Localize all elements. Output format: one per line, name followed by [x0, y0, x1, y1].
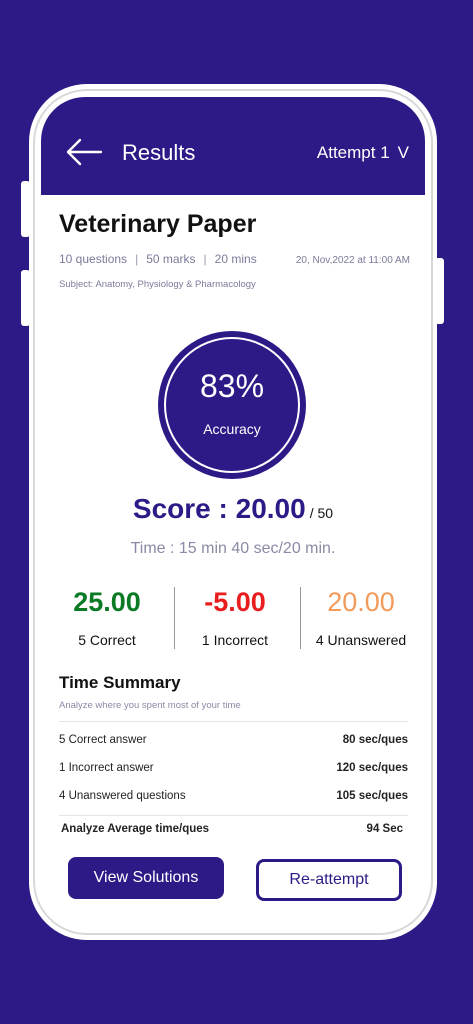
time-summary-title: Time Summary [59, 673, 181, 692]
paper-meta: 10 questions | 50 marks | 20 mins [59, 252, 257, 266]
time-summary-row: 5 Correct answer 80 sec/ques [59, 734, 408, 746]
phone-screen: Results Attempt 1 V Veterinary Paper 10 q… [41, 97, 425, 931]
stat-correct: 25.00 5 Correct [43, 587, 171, 648]
attempt-selector[interactable]: Attempt 1 V [317, 143, 409, 163]
meta-divider: | [135, 252, 139, 266]
unanswered-score: 20.00 [327, 587, 395, 617]
question-count: 10 questions [59, 252, 128, 266]
accuracy-badge: 83% Accuracy [158, 331, 306, 479]
attempt-date: 20, Nov,2022 at 11:00 AM [295, 255, 410, 266]
stat-incorrect: -5.00 1 Incorrect [171, 587, 299, 648]
chevron-down-icon: V [397, 143, 409, 162]
incorrect-count: 1 Incorrect [201, 632, 269, 648]
row-label: 4 Unanswered questions [59, 790, 186, 802]
total-marks: 50 marks [146, 252, 196, 266]
view-solutions-button[interactable]: View Solutions [68, 857, 224, 899]
accuracy-inner-ring: 83% Accuracy [164, 337, 300, 473]
row-value: 120 sec/ques [336, 762, 408, 774]
page-title: Results [122, 140, 196, 165]
paper-subject: Subject: Anatomy, Physiology & Pharmacol… [59, 279, 256, 290]
unanswered-count: 4 Unanswered [315, 632, 407, 648]
back-arrow-icon[interactable] [65, 137, 103, 167]
row-label: 5 Correct answer [59, 734, 147, 746]
time-summary-subtitle: Analyze where you spent most of your tim… [59, 700, 241, 711]
row-label: 1 Incorrect answer [59, 762, 154, 774]
meta-divider: | [203, 252, 207, 266]
incorrect-score: -5.00 [204, 587, 266, 617]
average-time-row: Analyze Average time/ques 94 Sec [61, 823, 403, 835]
time-summary-row: 4 Unanswered questions 105 sec/ques [59, 790, 408, 802]
paper-duration: 20 mins [214, 252, 257, 266]
row-value: 105 sec/ques [336, 790, 408, 802]
accuracy-percent: 83% [199, 368, 265, 404]
correct-count: 5 Correct [78, 632, 136, 648]
divider [59, 721, 408, 722]
attempt-label: Attempt 1 [316, 143, 390, 162]
stat-unanswered: 20.00 4 Unanswered [297, 587, 425, 648]
average-label: Analyze Average time/ques [61, 823, 210, 835]
accuracy-label: Accuracy [203, 421, 261, 437]
average-value: 94 Sec [366, 823, 403, 835]
score-total: / 50 [309, 505, 334, 521]
time-taken: Time : 15 min 40 sec/20 min. [130, 540, 336, 557]
app-bar: Results Attempt 1 V [41, 97, 425, 195]
reattempt-button[interactable]: Re-attempt [256, 859, 402, 901]
time-summary-row: 1 Incorrect answer 120 sec/ques [59, 762, 408, 774]
paper-title: Veterinary Paper [59, 210, 257, 238]
row-value: 80 sec/ques [342, 734, 408, 746]
divider [59, 815, 408, 816]
correct-score: 25.00 [73, 587, 141, 617]
score-value: Score : 20.00 [132, 493, 306, 524]
score-line: Score : 20.00/ 50 [41, 493, 425, 525]
